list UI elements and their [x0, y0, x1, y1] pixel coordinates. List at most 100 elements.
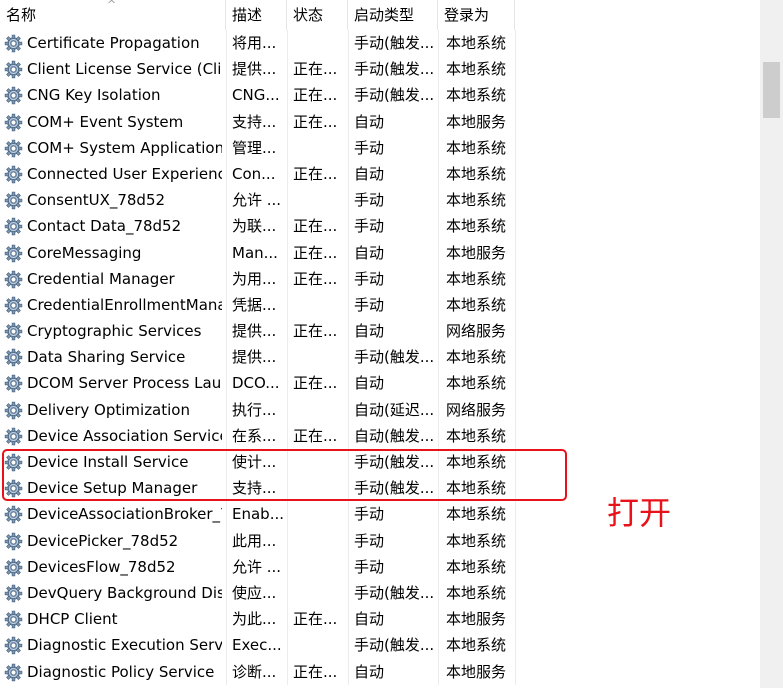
service-status: 正在... [293, 217, 338, 236]
service-row[interactable]: DevicesFlow_78d52 允许 ... 手动 本地系统 [0, 554, 760, 580]
service-row[interactable]: Data Sharing Service 提供... 手动(触发... 本地系统 [0, 344, 760, 370]
service-name: Credential Manager [27, 269, 175, 288]
service-description: Man... [232, 243, 278, 262]
service-logon-as: 本地系统 [446, 269, 507, 288]
service-name: DCOM Server Process Lau... [27, 374, 222, 393]
service-name: Diagnostic Execution Service [27, 636, 222, 655]
scrollbar-thumb[interactable] [763, 62, 780, 118]
service-status [293, 632, 345, 658]
gear-icon [4, 532, 23, 551]
service-logon-as: 本地服务 [446, 112, 507, 131]
service-startup-type: 手动 [354, 138, 385, 157]
highlight-box [2, 449, 567, 501]
service-row[interactable]: DCOM Server Process Lau... DCO... 正在... 自动 本… [0, 370, 760, 396]
column-header-name[interactable]: 名称 ^ [0, 0, 226, 30]
service-name: Contact Data_78d52 [27, 217, 182, 236]
column-header-status[interactable]: 状态 [287, 0, 348, 30]
service-startup-type: 自动(延迟... [354, 400, 434, 419]
service-description: Exec... [232, 636, 282, 655]
gear-icon [4, 244, 23, 263]
service-row[interactable]: Client License Service (Clip... 提供... 正在..… [0, 56, 760, 82]
service-startup-type: 自动 [354, 243, 385, 262]
service-row[interactable]: Device Association Service 在系... 正在... 自动(触… [0, 423, 760, 449]
service-row[interactable]: DevQuery Background Dis... 使应... 手动(触发... 本… [0, 580, 760, 606]
gear-icon [4, 270, 23, 289]
service-row[interactable]: Diagnostic Policy Service 诊断... 正在... 自动 本地服… [0, 659, 760, 685]
service-row[interactable]: Cryptographic Services 提供... 正在... 自动 网络服务 [0, 318, 760, 344]
column-desc-label: 描述 [232, 6, 263, 24]
service-logon-as: 本地系统 [446, 191, 507, 210]
gear-icon [4, 558, 23, 577]
gear-icon [4, 374, 23, 393]
service-name: Device Association Service [27, 426, 222, 445]
service-startup-type: 手动 [354, 557, 385, 576]
service-description: 诊断... [232, 662, 277, 681]
service-startup-type: 手动(触发... [354, 34, 434, 52]
gear-icon [4, 113, 23, 132]
service-status: 正在... [293, 610, 338, 629]
vertical-scrollbar[interactable] [760, 0, 783, 688]
service-name: Certificate Propagation [27, 34, 200, 52]
service-row[interactable]: Delivery Optimization 执行... 自动(延迟... 网络服务 [0, 397, 760, 423]
service-name: ConsentUX_78d52 [27, 191, 166, 210]
service-name: CoreMessaging [27, 243, 142, 262]
service-description: 此用... [232, 531, 277, 550]
gear-icon [4, 610, 23, 629]
service-description: 允许 ... [232, 557, 282, 576]
service-status [293, 580, 345, 606]
service-startup-type: 手动(触发... [354, 86, 434, 105]
service-description: 将用... [232, 34, 277, 52]
service-row[interactable]: DHCP Client 为此... 正在... 自动 本地服务 [0, 606, 760, 632]
service-description: 提供... [232, 348, 277, 367]
service-startup-type: 自动(触发... [354, 426, 434, 445]
service-description: 支持... [232, 112, 277, 131]
service-row[interactable]: COM+ Event System 支持... 正在... 自动 本地服务 [0, 109, 760, 135]
service-startup-type: 手动(触发... [354, 636, 434, 655]
service-description: 管理... [232, 138, 277, 157]
service-row[interactable]: ConsentUX_78d52 允许 ... 手动 本地系统 [0, 187, 760, 213]
service-startup-type: 自动 [354, 662, 385, 681]
service-status [293, 135, 345, 161]
service-description: 为联... [232, 217, 277, 236]
service-startup-type: 自动 [354, 112, 385, 131]
column-status-label: 状态 [293, 6, 324, 24]
service-row[interactable]: Diagnostic Execution Service Exec... 手动(触发… [0, 632, 760, 658]
service-row[interactable]: CredentialEnrollmentMana... 凭据... 手动 本地系统 [0, 292, 760, 318]
service-row[interactable]: Certificate Propagation 将用... 手动(触发... 本地系统 [0, 30, 760, 56]
service-description: 执行... [232, 400, 277, 419]
service-name: Data Sharing Service [27, 348, 186, 367]
service-description: 凭据... [232, 295, 277, 314]
service-row[interactable]: Connected User Experienc... Con... 正在... 自动… [0, 161, 760, 187]
service-logon-as: 本地系统 [446, 531, 507, 550]
service-status: 正在... [293, 86, 338, 105]
service-description: 使应... [232, 583, 277, 602]
service-row[interactable]: COM+ System Application 管理... 手动 本地系统 [0, 135, 760, 161]
service-logon-as: 本地系统 [446, 217, 507, 236]
service-name: Client License Service (Clip... [27, 60, 222, 79]
service-name: Connected User Experienc... [27, 164, 222, 183]
service-name: Cryptographic Services [27, 322, 202, 341]
gear-icon [4, 322, 23, 341]
service-startup-type: 手动(触发... [354, 60, 434, 79]
column-header-desc[interactable]: 描述 [226, 0, 287, 30]
service-logon-as: 本地系统 [446, 138, 507, 157]
service-row[interactable]: CoreMessaging Man... 正在... 自动 本地服务 [0, 240, 760, 266]
service-description: 提供... [232, 322, 277, 341]
service-status [293, 30, 345, 56]
service-row[interactable]: Contact Data_78d52 为联... 正在... 手动 本地系统 [0, 213, 760, 239]
service-row[interactable]: CNG Key Isolation CNG... 正在... 手动(触发... 本地系统 [0, 82, 760, 108]
gear-icon [4, 86, 23, 105]
column-header-logon[interactable]: 登录为 [438, 0, 515, 30]
service-name: DeviceAssociationBroker_7... [27, 505, 222, 524]
service-startup-type: 手动(触发... [354, 348, 434, 367]
service-startup-type: 手动 [354, 191, 385, 210]
service-name: Delivery Optimization [27, 400, 190, 419]
gear-icon [4, 60, 23, 79]
service-status: 正在... [293, 374, 338, 393]
service-name: DevicesFlow_78d52 [27, 557, 176, 576]
service-logon-as: 本地系统 [446, 557, 507, 576]
column-header-startup[interactable]: 启动类型 [348, 0, 438, 30]
service-logon-as: 本地系统 [446, 86, 507, 105]
service-row[interactable]: Credential Manager 为用... 正在... 手动 本地系统 [0, 266, 760, 292]
service-description: Enab... [232, 505, 285, 524]
